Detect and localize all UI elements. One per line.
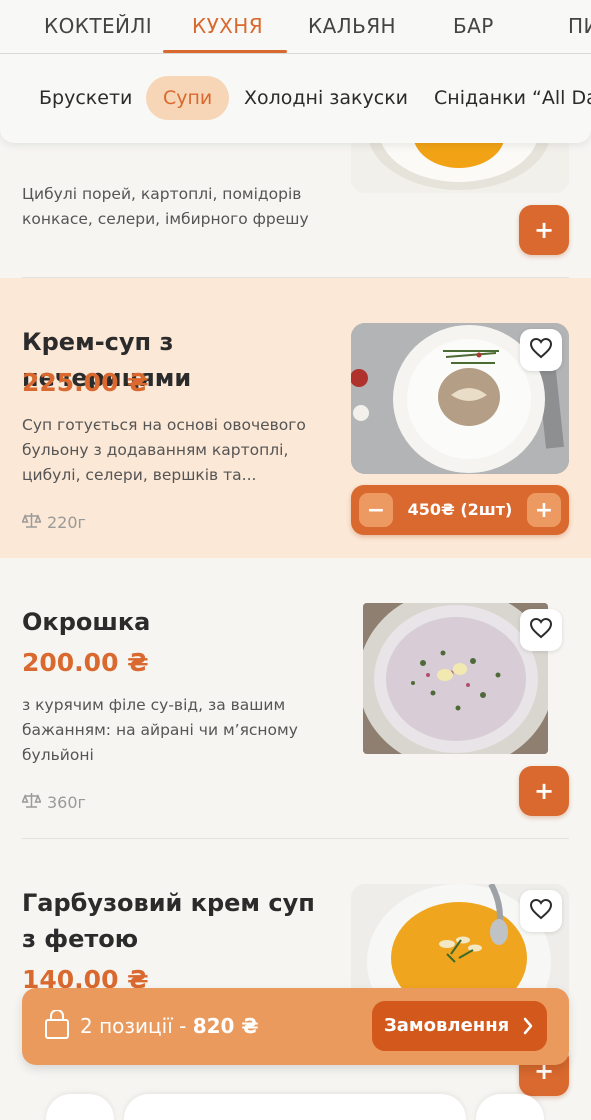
chevron-right-icon <box>521 1001 535 1071</box>
dish-weight-value: 220г <box>47 512 86 532</box>
scale-icon <box>21 791 42 813</box>
dish-description: з курячим філе су-від, за вашим бажанням… <box>22 696 298 764</box>
dish-description: Суп готується на основі овочевого бульон… <box>22 416 306 484</box>
bag-icon <box>44 1009 70 1044</box>
scale-icon <box>21 511 42 533</box>
increase-quantity-button[interactable]: + <box>527 493 561 527</box>
dish-weight: 360г <box>21 791 86 813</box>
nav-bar[interactable] <box>124 1094 466 1120</box>
order-button-label: Замовлення <box>384 1015 510 1036</box>
dish-weight: 220г <box>21 511 86 533</box>
favorite-button[interactable] <box>520 890 562 932</box>
tab-cocktails[interactable]: КОКТЕЙЛІ <box>44 14 152 38</box>
heart-icon <box>529 617 553 643</box>
chip-cold-snacks[interactable]: Холодні закуски <box>244 76 408 120</box>
quantity-summary: 450₴ (2шт) <box>407 500 513 519</box>
favorite-button[interactable] <box>520 329 562 371</box>
chip-bruschetta[interactable]: Брускети <box>39 76 132 120</box>
dish-weight-value: 360г <box>47 792 86 812</box>
menu-header: КОКТЕЙЛІ КУХНЯ КАЛЬЯН БАР ПИ Брускети Су… <box>0 0 591 143</box>
cart-summary: 2 позиції - 820 ₴ <box>80 988 259 1065</box>
tab-bar[interactable]: БАР <box>453 14 494 38</box>
tab-hookah[interactable]: КАЛЬЯН <box>308 14 396 38</box>
dish-price: 200.00 ₴ <box>22 648 149 677</box>
dish-price: 225.00 ₴ <box>22 368 149 397</box>
dish-title: Окрошка <box>22 608 151 636</box>
cart-bar[interactable]: 2 позиції - 820 ₴ Замовлення <box>22 988 569 1065</box>
quantity-stepper[interactable]: − 450₴ (2шт) + <box>351 485 569 535</box>
dish-title: Гарбузовий крем суп з фетою <box>22 889 315 953</box>
order-button[interactable]: Замовлення <box>372 1001 547 1051</box>
bottom-navigation <box>0 1090 591 1120</box>
subcategory-chips: Брускети Супи Холодні закуски Сніданки “… <box>0 76 591 120</box>
dish-description: Цибулі порей, картоплі, помідорів конкас… <box>22 185 309 228</box>
dish-card[interactable]: Крем-суп з печерицями 225.00 ₴ Суп готує… <box>0 278 591 558</box>
dish-card[interactable]: Окрошка 200.00 ₴ з курячим філе су-від, … <box>0 558 591 839</box>
add-to-cart-button[interactable]: + <box>519 766 569 816</box>
back-button[interactable] <box>46 1094 114 1120</box>
dish-card[interactable]: Гарбузовий крем суп з фетою 140.00 ₴ + <box>0 839 591 1120</box>
cart-count: 2 позиції - <box>80 1014 193 1038</box>
heart-icon <box>529 898 553 924</box>
tab-next[interactable]: ПИ <box>568 14 591 38</box>
favorite-button[interactable] <box>520 609 562 651</box>
chip-soups[interactable]: Супи <box>146 76 230 120</box>
forward-button[interactable] <box>476 1094 544 1120</box>
cart-total: 820 ₴ <box>192 1014 259 1038</box>
category-tabs: КОКТЕЙЛІ КУХНЯ КАЛЬЯН БАР ПИ <box>0 0 591 54</box>
tab-kitchen[interactable]: КУХНЯ <box>192 14 263 38</box>
chip-breakfast[interactable]: Сніданки “All Day” <box>434 76 591 120</box>
add-to-cart-button[interactable]: + <box>519 205 569 255</box>
heart-icon <box>529 337 553 363</box>
active-tab-indicator <box>163 50 287 53</box>
decrease-quantity-button[interactable]: − <box>359 493 393 527</box>
